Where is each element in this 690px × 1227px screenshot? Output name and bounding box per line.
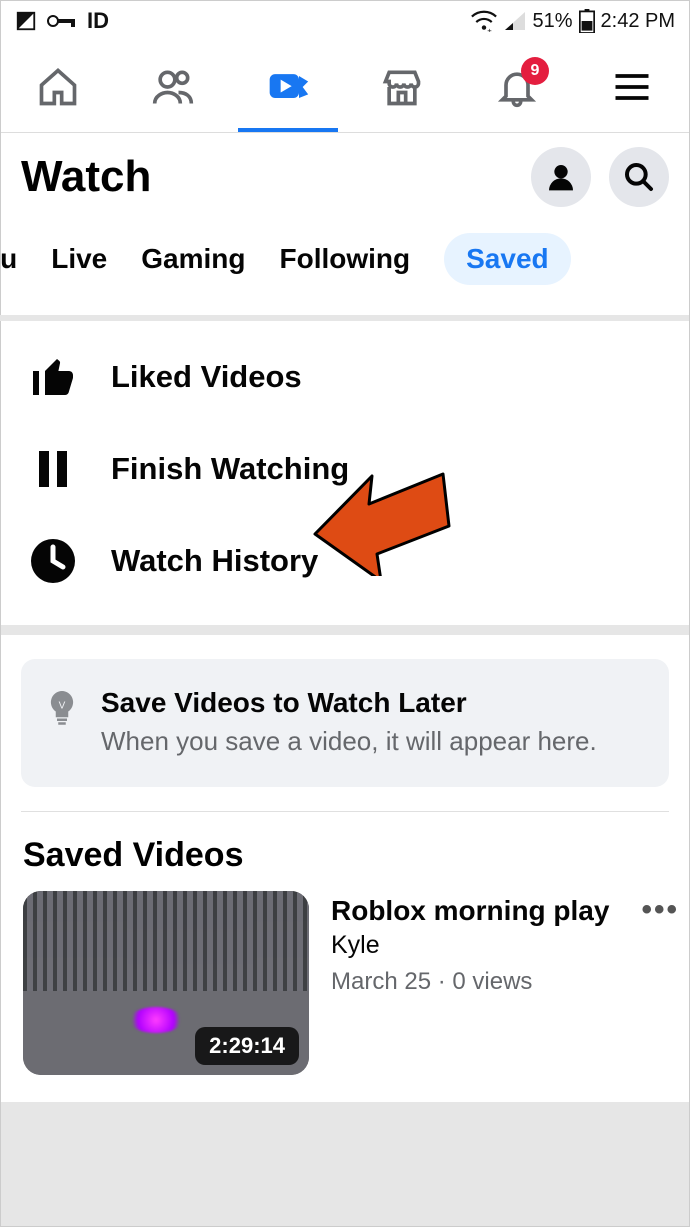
key-icon [47,10,77,32]
nav-notifications[interactable]: 9 [489,65,545,109]
marketplace-icon [380,65,424,109]
video-duration: 2:29:14 [195,1027,299,1065]
liked-videos-row[interactable]: Liked Videos [1,331,689,423]
nav-active-indicator [238,128,338,132]
video-author: Kyle [331,931,619,960]
video-meta: Roblox morning play Kyle March 25 · 0 vi… [331,891,619,1075]
lightbulb-icon: V [47,691,77,731]
thumb-up-icon [29,353,77,401]
saved-menu: Liked Videos Finish Watching Watch Histo… [1,321,689,635]
profile-button[interactable] [531,147,591,207]
liked-videos-label: Liked Videos [111,359,302,395]
status-right: + 51% 2:42 PM [470,9,675,33]
tab-live[interactable]: Live [51,243,107,275]
battery-pct: 51% [532,10,572,33]
finish-watching-label: Finish Watching [111,451,349,487]
svg-text:V: V [59,701,66,712]
friends-icon [151,65,195,109]
search-button[interactable] [609,147,669,207]
notification-badge: 9 [521,57,549,85]
status-left: ID [15,8,109,34]
watch-history-row[interactable]: Watch History [1,515,689,607]
clock-text: 2:42 PM [601,10,675,33]
pause-icon [29,445,77,493]
vpn-icon [15,10,37,32]
nav-friends[interactable] [145,65,201,109]
page-title: Watch [21,152,513,202]
nav-menu[interactable] [604,65,660,109]
id-icon: ID [87,8,109,34]
empty-state-text: Save Videos to Watch Later When you save… [101,687,597,759]
wifi-icon: + [470,10,498,32]
tab-following[interactable]: Following [279,243,410,275]
finish-watching-row[interactable]: Finish Watching [1,423,689,515]
watch-icon [266,65,310,109]
search-icon [623,161,655,193]
signal-icon [504,11,526,31]
video-subtext: March 25 · 0 views [331,968,619,996]
nav-home[interactable] [30,65,86,109]
empty-state-subtitle: When you save a video, it will appear he… [101,723,597,759]
nav-watch[interactable] [260,65,316,109]
watch-history-label: Watch History [111,543,318,579]
tab-gaming[interactable]: Gaming [141,243,245,275]
empty-state-card: V Save Videos to Watch Later When you sa… [21,659,669,787]
tab-for-you[interactable]: ou [0,243,17,275]
person-icon [545,161,577,193]
video-title: Roblox morning play [331,895,619,927]
tab-saved[interactable]: Saved [444,233,571,285]
nav-bar: 9 [1,41,689,133]
clock-icon [29,537,77,585]
watch-tabs: ou Live Gaming Following Saved [0,217,689,321]
nav-marketplace[interactable] [374,65,430,109]
empty-state-title: Save Videos to Watch Later [101,687,597,719]
page-header: Watch [1,133,689,217]
menu-icon [610,65,654,109]
svg-text:+: + [488,26,493,32]
divider [21,811,669,812]
bottom-spacer [1,1102,689,1226]
video-more-button[interactable]: ••• [641,891,679,1075]
saved-videos-heading: Saved Videos [1,836,689,891]
video-thumbnail[interactable]: 2:29:14 [23,891,309,1075]
status-bar: ID + 51% 2:42 PM [1,1,689,41]
saved-video-item[interactable]: 2:29:14 Roblox morning play Kyle March 2… [1,891,689,1075]
battery-icon [579,9,595,33]
home-icon [36,65,80,109]
